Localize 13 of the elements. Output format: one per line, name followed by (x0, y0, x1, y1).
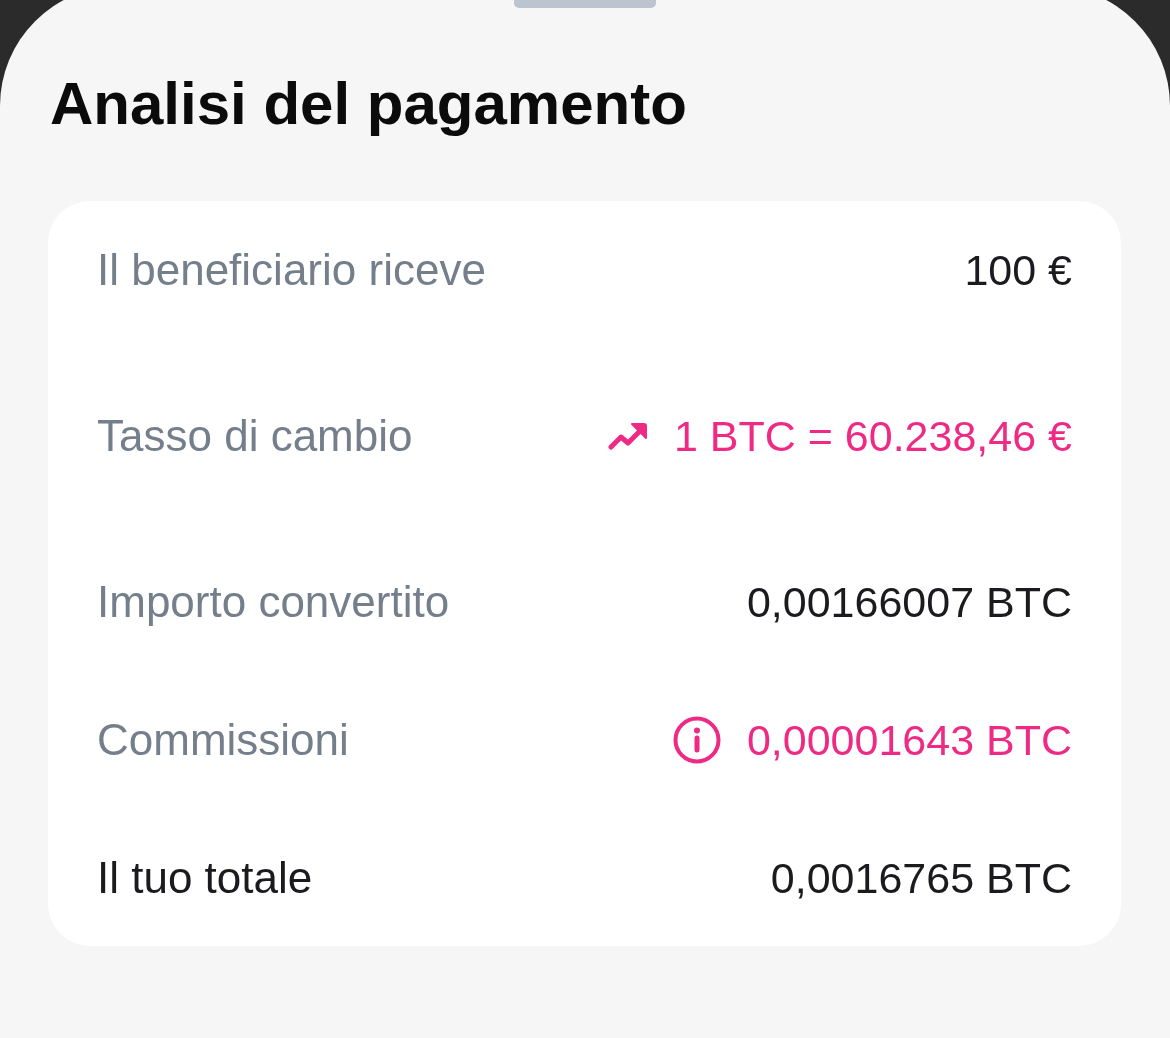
row-label: Commissioni (97, 714, 349, 766)
row-label: Il tuo totale (97, 852, 313, 904)
row-value: 0,00166007 BTC (746, 577, 1072, 628)
row-value: 1 BTC = 60.238,46 € (673, 411, 1072, 462)
row-value: 0,0016765 BTC (770, 853, 1072, 904)
row-label: Tasso di cambio (97, 410, 413, 462)
trend-up-icon (607, 422, 648, 450)
sheet-title: Analisi del pagamento (50, 69, 687, 139)
row-label: Importo convertito (97, 576, 450, 628)
row-label: Il beneficiario riceve (97, 244, 486, 296)
row-value: 0,00001643 BTC (746, 715, 1072, 766)
info-icon[interactable] (672, 716, 721, 764)
row-value: 100 € (964, 245, 1072, 296)
